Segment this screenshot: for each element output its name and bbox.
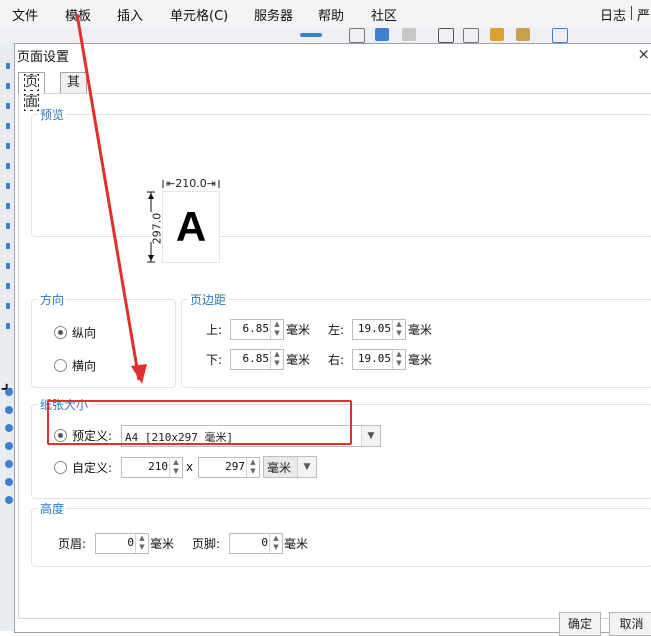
tab-page[interactable]: 页面 bbox=[18, 72, 46, 111]
annotation-arrow bbox=[75, 13, 147, 384]
